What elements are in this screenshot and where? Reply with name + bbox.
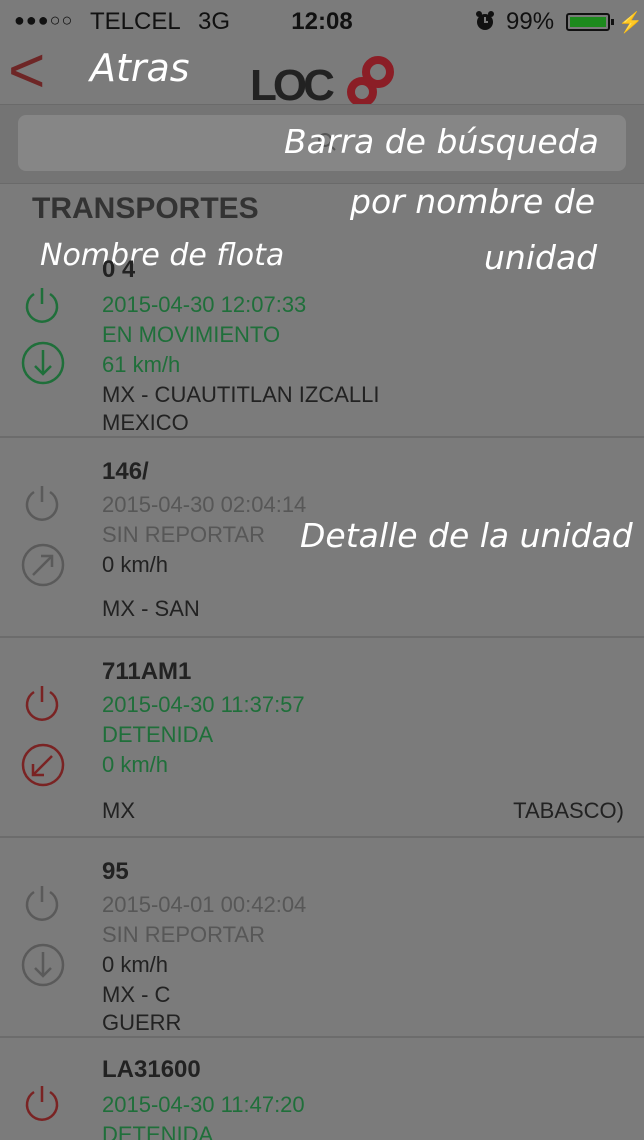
unit-status: SIN REPORTAR [102,522,265,547]
unit-row[interactable]: 95 2015-04-01 00:42:04 SIN REPORTAR 0 km… [0,838,644,1038]
battery-icon [566,13,614,31]
battery-percentage: 99% [506,8,555,35]
unit-datetime: 2015-04-30 12:07:33 [102,292,307,317]
battery-nub [611,19,614,25]
unit-location-line2: GUERR [102,1010,182,1035]
unit-name: 711AM1 [102,658,192,685]
annotation-unit-detail: Detalle de la unidad [300,516,633,555]
unit-location-line1: MX - SAN [102,596,200,621]
charging-icon: ⚡ [618,12,643,34]
unit-name: 95 [102,858,129,885]
unit-location-line1: MX - C [102,982,171,1007]
unit-status: EN MOVIMIENTO [102,322,281,347]
arrow-up-right-icon [21,543,65,587]
navigation-bar: < Atras LOC [0,38,644,110]
loc8-logo: LOC [250,56,394,110]
status-bar: ●●●○○ TELCEL 3G 12:08 99% ⚡ [0,0,644,44]
unit-datetime: 2015-04-30 02:04:14 [102,492,307,517]
arrow-down-icon [21,943,65,987]
power-icon [25,486,59,521]
alarm-icon [476,11,494,30]
app-screen: ●●●○○ TELCEL 3G 12:08 99% ⚡ < Atras LOC [0,0,644,1140]
unit-row[interactable]: LA31600 2015-04-30 11:47:20 DETENIDA [0,1038,644,1140]
unit-name: 146/ [102,458,149,485]
unit-speed: 0 km/h [102,552,169,577]
power-icon [25,1086,59,1121]
unit-row[interactable]: 711AM1 2015-04-30 11:37:57 DETENIDA 0 km… [0,638,644,838]
unit-speed: 0 km/h [102,752,169,777]
unit-name: 0 4 [102,256,136,283]
unit-status: DETENIDA [102,1122,214,1140]
battery-fill [570,17,606,27]
annotation-search-line2: por nombre de [350,182,596,221]
unit-speed: 0 km/h [102,952,169,977]
power-icon [25,886,59,921]
unit-datetime: 2015-04-30 11:47:20 [102,1092,305,1117]
power-icon [25,288,59,323]
unit-location-line1: MX - CUAUTITLAN IZCALLI [102,382,380,407]
unit-location-right: TABASCO) [513,798,624,823]
unit-datetime: 2015-04-30 11:37:57 [102,692,305,717]
power-icon [25,686,59,721]
annotation-search-line1: Barra de búsqueda [284,122,599,161]
unit-status: DETENIDA [102,722,214,747]
unit-location-line2: MEXICO [102,410,189,435]
back-chevron-icon[interactable]: < [8,38,45,102]
arrow-down-left-icon [21,743,65,787]
unit-name: LA31600 [102,1056,201,1083]
unit-speed: 61 km/h [102,352,181,377]
svg-text:LOC: LOC [250,61,334,110]
unit-row[interactable]: 0 4 2015-04-30 12:07:33 EN MOVIMIENTO 61… [0,240,644,438]
unit-location-line1: MX [102,798,135,823]
arrow-down-icon [21,341,65,385]
unit-status: SIN REPORTAR [102,922,265,947]
unit-datetime: 2015-04-01 00:42:04 [102,892,307,917]
section-title: TRANSPORTES [32,192,259,225]
back-button-label[interactable]: Atras [90,46,190,90]
